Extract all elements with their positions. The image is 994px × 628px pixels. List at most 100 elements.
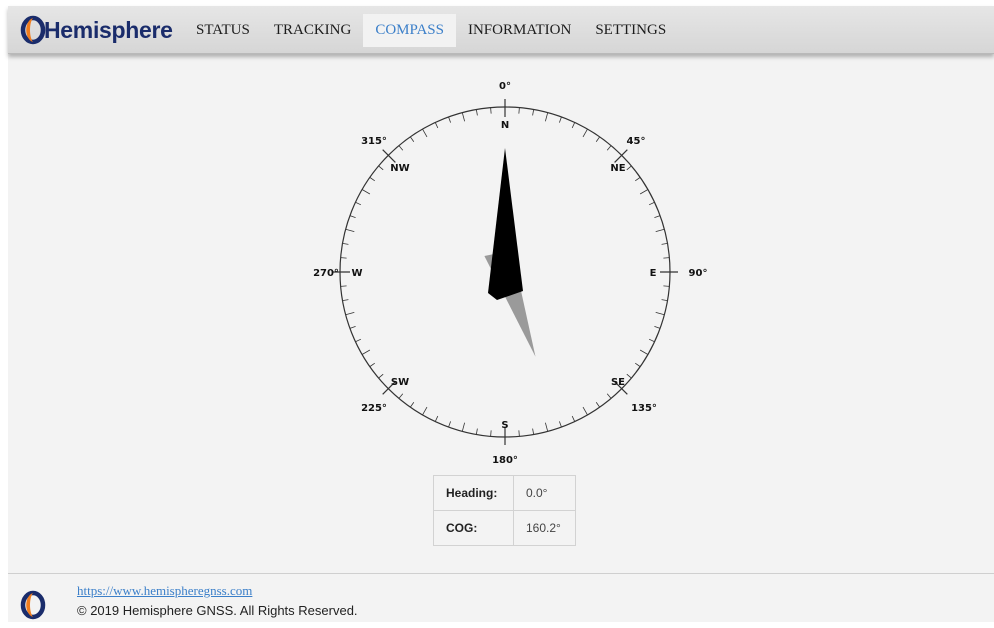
compass-tick (532, 109, 535, 116)
compass-tick (355, 338, 362, 343)
degree-label-0: 0° (499, 81, 511, 92)
compass-tick (475, 428, 478, 435)
compass-tick (398, 393, 404, 399)
copyright-text: © 2019 Hemisphere GNSS. All Rights Reser… (77, 603, 358, 618)
compass-tick (654, 215, 661, 218)
compass-tick (582, 406, 588, 416)
degree-label-90: 90° (689, 268, 708, 279)
compass-tick (410, 136, 415, 142)
compass-tick (410, 402, 415, 408)
degree-label-45: 45° (627, 136, 646, 147)
compass-tick (340, 285, 347, 287)
compass-tick (559, 116, 562, 123)
heading-needle (488, 148, 523, 300)
compass-tick (518, 430, 520, 437)
compass-tick (422, 128, 428, 138)
compass-tick (340, 257, 347, 259)
degree-label-180: 180° (492, 455, 518, 466)
main-nav: STATUS TRACKING COMPASS INFORMATION SETT… (184, 14, 678, 47)
website-link[interactable]: https://www.hemispheregnss.com (77, 583, 252, 599)
page: Hemisphere STATUS TRACKING COMPASS INFOR… (8, 6, 994, 622)
compass-tick (663, 257, 670, 259)
compass-tick (595, 402, 600, 408)
footer: https://www.hemispheregnss.com © 2019 He… (8, 573, 994, 622)
cardinal-nw: NW (390, 163, 409, 174)
compass-tick (342, 242, 349, 245)
hemisphere-logo-icon (20, 15, 46, 45)
compass-tick (434, 415, 439, 422)
compass-tick (614, 149, 628, 163)
compass-tick (626, 373, 632, 379)
compass-tick (461, 422, 466, 432)
compass-tick (544, 112, 549, 122)
top-navigation-bar: Hemisphere STATUS TRACKING COMPASS INFOR… (8, 6, 994, 54)
compass-tick (606, 393, 612, 399)
compass-tick (639, 189, 649, 195)
cardinal-s: S (501, 420, 508, 431)
compass-tick (378, 373, 384, 379)
compass-tick (448, 116, 451, 123)
compass-tick (345, 228, 355, 233)
compass-tick (434, 122, 439, 129)
tab-information[interactable]: INFORMATION (456, 14, 583, 47)
hemisphere-footer-logo-icon (20, 590, 46, 620)
compass-widget: 0° 45° 90° 135° 180° 225° 270° 315° N NE… (300, 78, 720, 473)
compass-tick (663, 285, 670, 287)
heading-label: Heading: (433, 475, 514, 511)
compass-tick (422, 406, 428, 416)
compass-dial: 0° 45° 90° 135° 180° 225° 270° 315° N NE… (313, 81, 708, 466)
tab-tracking[interactable]: TRACKING (262, 14, 364, 47)
compass-tick (606, 145, 612, 151)
tab-compass[interactable]: COMPASS (363, 14, 456, 47)
compass-tick (345, 311, 355, 316)
cardinal-e: E (650, 268, 657, 279)
hemisphere-logo[interactable]: Hemisphere (20, 14, 173, 46)
logo-text: Hemisphere (44, 17, 173, 43)
compass-tick (349, 326, 356, 329)
compass-tick (595, 136, 600, 142)
cog-value: 160.2° (513, 510, 576, 546)
compass-tick (369, 362, 375, 367)
cardinal-ne: NE (610, 163, 625, 174)
compass-tick (582, 128, 588, 138)
compass-tick (448, 421, 451, 428)
cardinal-w: W (351, 268, 362, 279)
compass-tick (361, 349, 371, 355)
compass-tick (635, 177, 641, 182)
compass-tick (571, 415, 576, 422)
compass-tick (490, 107, 492, 114)
compass-tick (518, 107, 520, 114)
compass-tick (571, 122, 576, 129)
compass-tick (355, 201, 362, 206)
compass-tick (626, 165, 632, 171)
cardinal-sw: SW (391, 377, 409, 388)
compass-tick (361, 189, 371, 195)
compass-tick (655, 311, 665, 316)
compass-tick (661, 299, 668, 302)
compass-tick (475, 109, 478, 116)
compass-tick (342, 299, 349, 302)
cog-row: COG: 160.2° (433, 510, 576, 546)
compass-tick (635, 362, 641, 367)
degree-label-315: 315° (361, 136, 387, 147)
compass-tick (532, 428, 535, 435)
compass-tick (382, 149, 396, 163)
compass-tick (349, 215, 356, 218)
compass-tick (559, 421, 562, 428)
heading-row: Heading: 0.0° (433, 475, 576, 511)
compass-tick (648, 201, 655, 206)
compass-tick (461, 112, 466, 122)
cardinal-n: N (501, 120, 509, 131)
compass-tick (369, 177, 375, 182)
heading-value: 0.0° (513, 475, 576, 511)
degree-label-135: 135° (631, 403, 657, 414)
compass-readout-table: Heading: 0.0° COG: 160.2° (433, 475, 576, 546)
degree-label-225: 225° (361, 403, 387, 414)
compass-tick (661, 242, 668, 245)
tab-status[interactable]: STATUS (184, 14, 262, 47)
cardinal-se: SE (611, 377, 625, 388)
compass-tick (490, 430, 492, 437)
compass-tick (544, 422, 549, 432)
cog-label: COG: (433, 510, 514, 546)
tab-settings[interactable]: SETTINGS (583, 14, 678, 47)
